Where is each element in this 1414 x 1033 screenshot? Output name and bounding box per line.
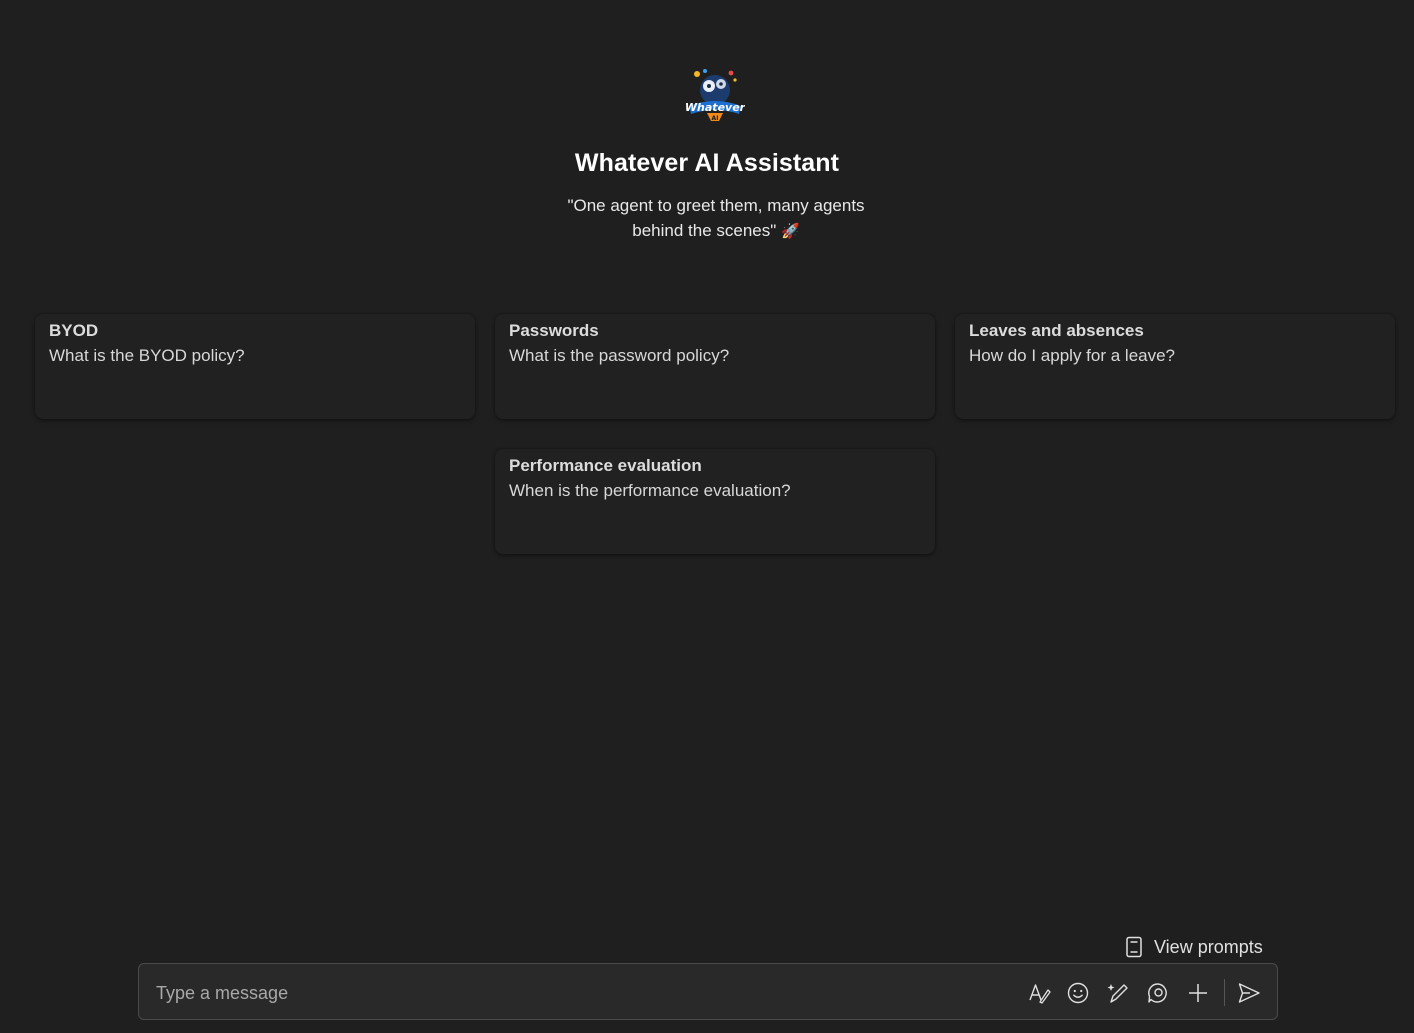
app-logo: Whatever AI [685, 66, 745, 122]
loop-icon [1148, 983, 1167, 1003]
suggestion-card-prompt: What is the BYOD policy? [49, 346, 245, 365]
suggestion-card-byod[interactable]: BYOD What is the BYOD policy? [35, 314, 475, 419]
add-attachment-button[interactable] [1185, 980, 1211, 1006]
message-composer [138, 963, 1278, 1020]
copilot-pen-button[interactable] [1105, 980, 1131, 1006]
view-prompts-label: View prompts [1154, 936, 1263, 957]
view-prompts-button[interactable]: View prompts [1124, 934, 1263, 960]
loop-button[interactable] [1145, 980, 1171, 1006]
chat-welcome-page: Whatever AI Whatever AI Assistant "One a… [0, 0, 1414, 1033]
suggestion-card-title: BYOD [49, 321, 99, 340]
send-button[interactable] [1236, 980, 1262, 1006]
tagline-line-1: "One agent to greet them, many agents [567, 196, 865, 215]
suggestion-card-title: Performance evaluation [509, 456, 702, 475]
notebook-icon [1126, 936, 1142, 958]
copilot-pen-icon [1107, 984, 1128, 1003]
tagline-line-2: behind the scenes" 🚀 [557, 218, 875, 244]
emoji-button[interactable] [1065, 980, 1091, 1006]
format-icon [1029, 984, 1051, 1004]
suggestion-card-passwords[interactable]: Passwords What is the password policy? [495, 314, 935, 419]
emoji-icon [1067, 982, 1089, 1004]
suggestion-card-prompt: When is the performance evaluation? [509, 481, 791, 500]
suggestion-card-title: Leaves and absences [969, 321, 1144, 340]
send-icon [1238, 983, 1260, 1003]
tagline-line-2-text: behind the scenes" [632, 221, 777, 240]
app-title: Whatever AI Assistant [574, 149, 840, 177]
composer-divider [1224, 979, 1225, 1006]
logo-ai-text: AI [712, 115, 719, 122]
rocket-emoji-icon: 🚀 [781, 223, 800, 240]
suggestion-card-title: Passwords [509, 321, 599, 340]
whatever-ai-logo-icon: Whatever AI [685, 69, 745, 122]
suggestion-card-prompt: How do I apply for a leave? [969, 346, 1176, 365]
message-input[interactable] [154, 978, 998, 1008]
suggestion-card-performance[interactable]: Performance evaluation When is the perfo… [495, 449, 935, 554]
suggestion-card-leaves[interactable]: Leaves and absences How do I apply for a… [955, 314, 1395, 419]
logo-wordmark: Whatever [685, 101, 745, 114]
plus-icon [1189, 984, 1207, 1002]
format-button[interactable] [1026, 980, 1052, 1006]
app-tagline: "One agent to greet them, many agents be… [557, 193, 875, 244]
suggestion-card-prompt: What is the password policy? [509, 346, 730, 365]
